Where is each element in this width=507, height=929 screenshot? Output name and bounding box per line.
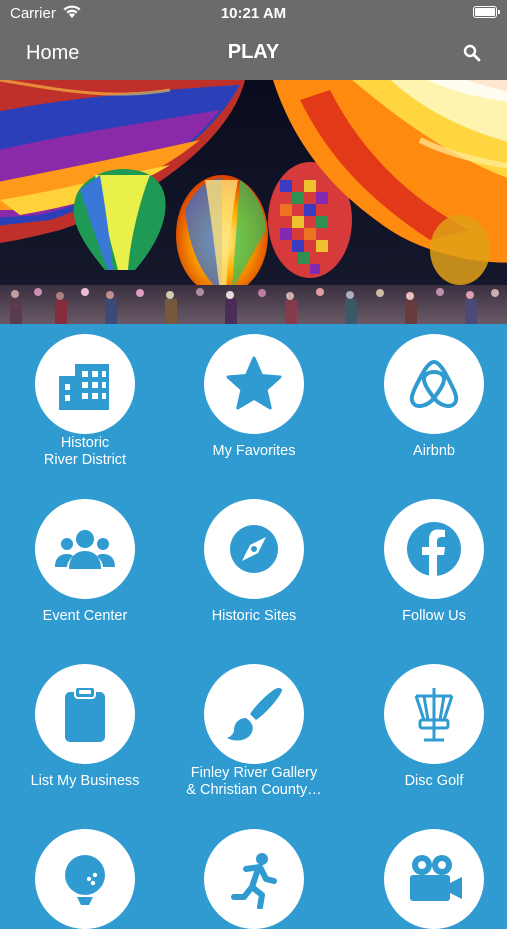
tile-circle[interactable]	[384, 334, 484, 434]
building-icon	[59, 364, 109, 410]
tile-circle[interactable]	[35, 829, 135, 929]
play-menu-grid: Historic River District My Favorites Air…	[0, 324, 507, 929]
tile-label: Event Center	[42, 608, 128, 624]
clock: 10:21 AM	[220, 5, 287, 22]
facebook-icon	[407, 522, 461, 577]
tile-label: Historic Sites	[211, 608, 297, 624]
tile-circle[interactable]	[384, 499, 484, 599]
runner-icon	[231, 853, 277, 909]
tile-circle[interactable]	[204, 499, 304, 599]
disc-golf-basket-icon	[414, 688, 454, 742]
star-icon	[226, 356, 282, 410]
tile-circle[interactable]	[204, 664, 304, 764]
tile-circle[interactable]	[35, 499, 135, 599]
tile-label: Follow Us	[402, 608, 466, 624]
tile-circle[interactable]	[384, 664, 484, 764]
navigation-bar: Home PLAY	[0, 28, 507, 80]
tile-circle[interactable]	[204, 334, 304, 434]
tile-label: My Favorites	[212, 443, 296, 459]
hero-balloon-image	[0, 80, 507, 324]
tile-label: Finley River Gallery & Christian County…	[186, 765, 322, 798]
tile-circle[interactable]	[384, 829, 484, 929]
home-back-button[interactable]: Home	[26, 42, 79, 65]
movie-camera-icon	[410, 855, 462, 901]
status-bar: Carrier 10:21 AM	[0, 0, 507, 28]
golf-ball-icon	[65, 855, 105, 905]
battery-icon	[473, 6, 500, 18]
compass-icon	[230, 525, 278, 573]
tile-circle[interactable]	[35, 334, 135, 434]
airbnb-icon	[409, 360, 459, 408]
tile-label: Disc Golf	[404, 773, 464, 789]
tile-circle[interactable]	[35, 664, 135, 764]
tile-label: Airbnb	[413, 443, 455, 459]
tile-label: List My Business	[30, 773, 140, 789]
people-group-icon	[55, 530, 115, 569]
clipboard-icon	[65, 686, 105, 742]
paintbrush-icon	[227, 688, 282, 741]
search-icon[interactable]	[463, 44, 481, 62]
tile-label: Historic River District	[43, 435, 127, 468]
tile-circle[interactable]	[204, 829, 304, 929]
